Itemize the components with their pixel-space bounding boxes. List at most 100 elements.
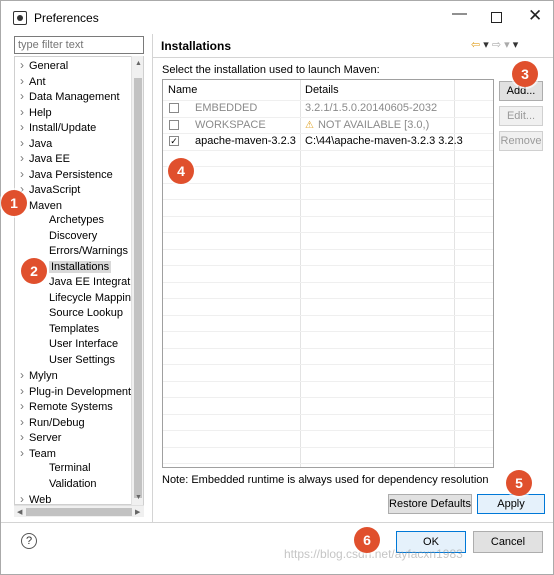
scrollbar-thumb[interactable] <box>134 78 142 498</box>
table-row[interactable]: ✓ apache-maven-3.2.3 C:\44\apache-maven-3.… <box>163 133 493 149</box>
tree-item[interactable]: › Java <box>15 136 52 151</box>
expand-arrow-icon[interactable]: › <box>15 136 29 151</box>
installation-checkbox[interactable]: ✓ <box>169 136 179 146</box>
tree-item[interactable]: Validation <box>15 477 97 492</box>
tree-item-label: Errors/Warnings <box>49 245 129 257</box>
cancel-button[interactable]: Cancel <box>473 531 543 553</box>
maximize-button[interactable] <box>491 12 502 23</box>
row-separator <box>163 149 493 151</box>
tree-item[interactable]: › General <box>15 58 68 73</box>
tree-item[interactable]: Source Lookup <box>15 306 123 321</box>
tree-item-label: Maven <box>29 199 63 212</box>
scrollbar-thumb[interactable] <box>26 508 132 516</box>
edit-button[interactable]: Edit... <box>499 106 543 126</box>
installation-details-text: C:\44\apache-maven-3.2.3 3.2.3 <box>305 135 463 147</box>
scroll-down-arrow-icon[interactable]: ▼ <box>135 494 142 501</box>
row-separator <box>163 463 493 464</box>
tree-item[interactable]: › Plug-in Development <box>15 384 131 399</box>
forward-dropdown-icon[interactable]: ▾ <box>504 39 510 51</box>
page-navigation: ⇦ ▾ ⇨ ▾ ▾ <box>471 38 518 51</box>
table-row[interactable]: WORKSPACE ⚠ NOT AVAILABLE [3.0,) <box>163 117 493 133</box>
tree-item-label: Discovery <box>49 229 98 242</box>
back-arrow-icon[interactable]: ⇦ <box>471 39 480 51</box>
tree-item[interactable]: › Run/Debug <box>15 415 85 430</box>
tree-item[interactable]: › Help <box>15 105 52 120</box>
page-title: Installations <box>161 39 232 53</box>
tree-item[interactable]: Lifecycle Mapping <box>15 291 137 306</box>
tree-item[interactable]: Errors/Warnings <box>15 244 128 259</box>
column-header-name[interactable]: Name <box>168 80 197 100</box>
tree-item-label: Archetypes <box>49 214 105 226</box>
tree-item[interactable]: User Interface <box>15 337 118 352</box>
expand-arrow-icon[interactable]: › <box>15 368 29 383</box>
expand-arrow-icon[interactable]: › <box>15 446 29 461</box>
restore-defaults-button[interactable]: Restore Defaults <box>388 494 472 514</box>
row-separator <box>163 281 493 283</box>
scroll-right-arrow-icon[interactable]: ▶ <box>135 508 140 516</box>
footer-separator <box>1 522 553 523</box>
expand-arrow-icon[interactable]: › <box>15 415 29 430</box>
tree-item[interactable]: Templates <box>15 322 99 337</box>
row-separator <box>163 446 493 448</box>
forward-arrow-icon[interactable]: ⇨ <box>492 39 501 51</box>
row-separator <box>163 331 493 332</box>
expand-arrow-icon[interactable]: › <box>15 399 29 414</box>
installation-checkbox[interactable] <box>169 103 179 113</box>
tree-item-label: Mylyn <box>29 370 58 382</box>
tree-item[interactable]: › Data Management <box>15 89 120 104</box>
column-header-details[interactable]: Details <box>305 80 339 100</box>
tree-item-label: Installations <box>49 260 112 273</box>
installation-checkbox[interactable] <box>169 119 179 130</box>
expand-arrow-icon[interactable]: › <box>15 89 29 104</box>
tree-item[interactable]: User Settings <box>15 353 115 368</box>
scroll-up-arrow-icon[interactable]: ▲ <box>135 60 142 67</box>
expand-arrow-icon[interactable]: › <box>15 430 29 445</box>
callout-marker: 1 <box>1 190 27 216</box>
minimize-button[interactable]: — <box>452 5 467 22</box>
callout-marker: 6 <box>354 527 380 553</box>
expand-arrow-icon[interactable]: › <box>15 120 29 135</box>
tree-item-label: Source Lookup <box>49 307 123 319</box>
tree-item[interactable]: Terminal <box>15 461 91 476</box>
row-separator <box>163 397 493 398</box>
tree-item[interactable]: › Mylyn <box>15 368 58 383</box>
table-row[interactable]: EMBEDDED 3.2.1/1.5.0.20140605-2032 <box>163 100 493 116</box>
tree-item-label: Java EE <box>29 153 70 165</box>
tree-item[interactable]: › Server <box>15 430 61 445</box>
apply-button[interactable]: Apply <box>477 494 545 514</box>
tree-item[interactable]: › Install/Update <box>15 120 96 135</box>
filter-input[interactable] <box>14 36 144 54</box>
tree-item[interactable]: Archetypes <box>15 213 104 228</box>
scroll-left-arrow-icon[interactable]: ◀ <box>17 508 22 516</box>
tree-horizontal-scrollbar[interactable]: ◀ ▶ <box>14 505 144 517</box>
remove-button[interactable]: Remove <box>499 131 543 151</box>
view-menu-icon[interactable]: ▾ <box>513 39 519 51</box>
back-dropdown-icon[interactable]: ▾ <box>483 39 489 51</box>
tree-item-label: Help <box>29 106 52 119</box>
tree-item[interactable]: › Team <box>15 446 56 461</box>
close-button[interactable]: ✕ <box>528 6 542 26</box>
tree-item-label: User Settings <box>49 353 116 366</box>
panel-divider[interactable] <box>152 34 153 522</box>
expand-arrow-icon[interactable]: › <box>15 384 29 399</box>
help-icon[interactable]: ? <box>21 533 37 549</box>
row-separator <box>163 298 493 299</box>
instruction-label: Select the installation used to launch M… <box>162 64 380 76</box>
tree-item[interactable]: › Java EE <box>15 151 70 166</box>
expand-arrow-icon[interactable]: › <box>15 492 29 504</box>
expand-arrow-icon[interactable]: › <box>15 74 29 89</box>
tree-item[interactable]: Discovery <box>15 229 97 244</box>
tree-item[interactable]: › Remote Systems <box>15 399 113 414</box>
expand-arrow-icon[interactable]: › <box>15 167 29 182</box>
tree-item[interactable]: › Ant <box>15 74 46 89</box>
row-separator <box>163 248 493 250</box>
expand-arrow-icon[interactable]: › <box>15 151 29 166</box>
tree-item[interactable]: › Java Persistence <box>15 167 113 182</box>
tree-item-label: Run/Debug <box>29 416 85 429</box>
tree-item[interactable]: › Web <box>15 492 51 504</box>
expand-arrow-icon[interactable]: › <box>15 105 29 120</box>
tree-vertical-scrollbar[interactable]: ▲ ▼ <box>131 56 143 505</box>
expand-arrow-icon[interactable]: › <box>15 58 29 73</box>
tree-item-label: Install/Update <box>29 122 97 134</box>
tree-item[interactable]: › JavaScript <box>15 182 80 197</box>
